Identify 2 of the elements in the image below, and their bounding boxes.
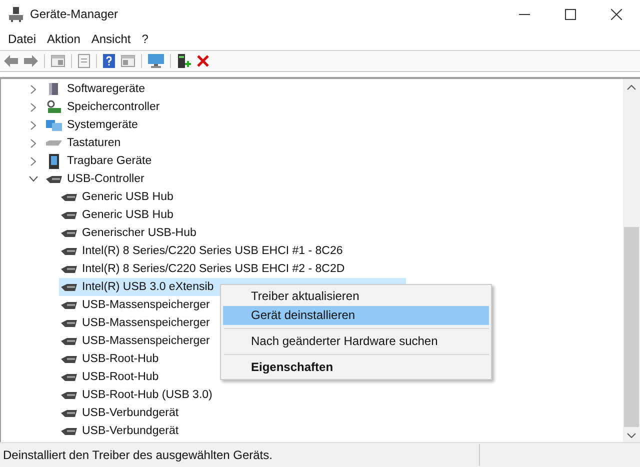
status-text: Deinstalliert den Treiber des ausgewählten Geräts. [3,448,272,462]
window-title: Geräte-Manager [30,7,118,21]
